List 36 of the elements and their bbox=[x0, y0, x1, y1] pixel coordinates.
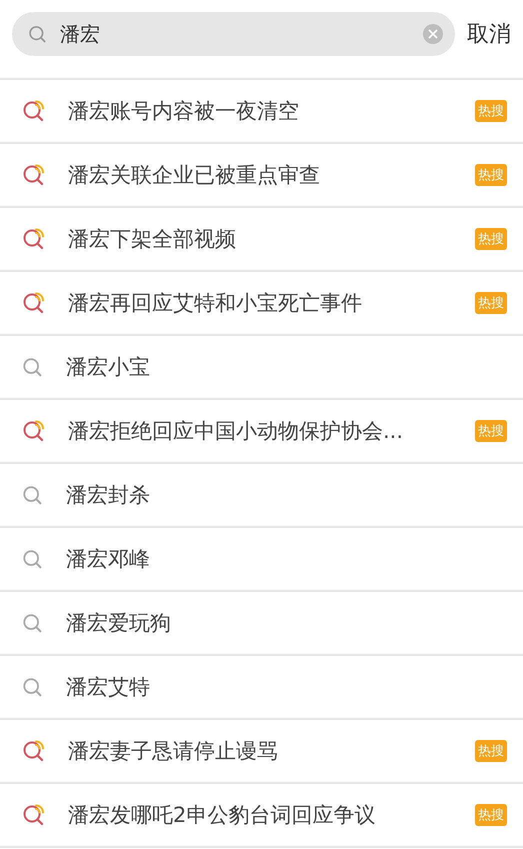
trending-search-icon bbox=[22, 419, 46, 443]
search-icon bbox=[22, 676, 44, 698]
hot-badge: 热搜 bbox=[475, 292, 507, 314]
suggestion-text[interactable]: 潘宏爱玩狗 bbox=[66, 609, 507, 637]
search-icon bbox=[22, 548, 44, 570]
trending-search-icon bbox=[22, 99, 46, 123]
suggestion-text[interactable]: 潘宏艾特 bbox=[66, 673, 507, 701]
suggestion-text[interactable]: 潘宏账号内容被一夜清空 bbox=[68, 97, 453, 125]
cancel-button[interactable]: 取消 bbox=[467, 12, 511, 56]
suggestion-text[interactable]: 潘宏小宝 bbox=[66, 353, 507, 381]
search-bar[interactable]: 潘宏 bbox=[12, 12, 455, 56]
clear-icon[interactable] bbox=[423, 24, 443, 44]
suggestion-text[interactable]: 潘宏邓峰 bbox=[66, 545, 507, 573]
search-icon bbox=[28, 24, 48, 44]
suggestion-text[interactable]: 潘宏关联企业已被重点审查 bbox=[68, 161, 453, 189]
trending-search-icon bbox=[22, 227, 46, 251]
suggestion-text[interactable]: 潘宏再回应艾特和小宝死亡事件 bbox=[68, 289, 453, 317]
search-icon bbox=[22, 484, 44, 506]
trending-search-icon bbox=[22, 803, 46, 827]
hot-badge: 热搜 bbox=[475, 420, 507, 442]
suggestion-text[interactable]: 潘宏拒绝回应中国小动物保护协会... bbox=[68, 417, 453, 445]
trending-search-icon bbox=[22, 739, 46, 763]
suggestion-text[interactable]: 潘宏封杀 bbox=[66, 481, 507, 509]
search-icon bbox=[22, 612, 44, 634]
search-field[interactable]: 潘宏 bbox=[60, 22, 411, 46]
hot-badge: 热搜 bbox=[475, 740, 507, 762]
hot-badge: 热搜 bbox=[475, 164, 507, 186]
suggestion-text[interactable]: 潘宏下架全部视频 bbox=[68, 225, 453, 253]
suggestion-text[interactable]: 潘宏妻子恳请停止谩骂 bbox=[68, 737, 453, 765]
hot-badge: 热搜 bbox=[475, 100, 507, 122]
hot-badge: 热搜 bbox=[475, 804, 507, 826]
trending-search-icon bbox=[22, 291, 46, 315]
suggestion-text[interactable]: 潘宏发哪吒2申公豹台词回应争议 bbox=[68, 801, 453, 829]
search-icon bbox=[22, 356, 44, 378]
trending-search-icon bbox=[22, 163, 46, 187]
hot-badge: 热搜 bbox=[475, 228, 507, 250]
